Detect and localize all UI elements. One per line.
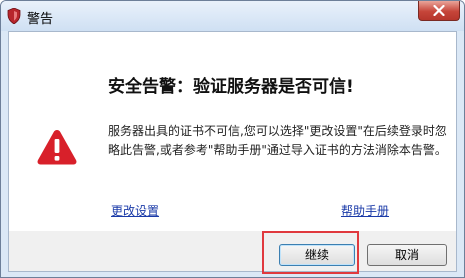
close-button[interactable] <box>418 1 460 21</box>
title-bar[interactable]: 警告 <box>1 1 464 31</box>
warning-dialog-window: 警告 安全告警：验证服务器是否可信! 服务器出具的证书不可信,您可以选择"更改设… <box>0 0 465 278</box>
dialog-headline: 安全告警：验证服务器是否可信! <box>108 77 354 97</box>
window-title: 警告 <box>27 12 54 27</box>
change-settings-link[interactable]: 更改设置 <box>111 202 159 219</box>
warning-triangle-icon <box>36 128 78 166</box>
dialog-client-area: 安全告警：验证服务器是否可信! 服务器出具的证书不可信,您可以选择"更改设置"在… <box>8 31 457 272</box>
help-manual-link[interactable]: 帮助手册 <box>341 202 389 219</box>
continue-button[interactable]: 继续 <box>279 244 355 266</box>
dialog-message: 服务器出具的证书不可信,您可以选择"更改设置"在后续登录时忽略此告警,或者参考"… <box>108 124 447 157</box>
message-panel: 安全告警：验证服务器是否可信! 服务器出具的证书不可信,您可以选择"更改设置"在… <box>9 32 456 231</box>
shield-icon <box>7 7 21 25</box>
cancel-button[interactable]: 取消 <box>367 244 447 266</box>
